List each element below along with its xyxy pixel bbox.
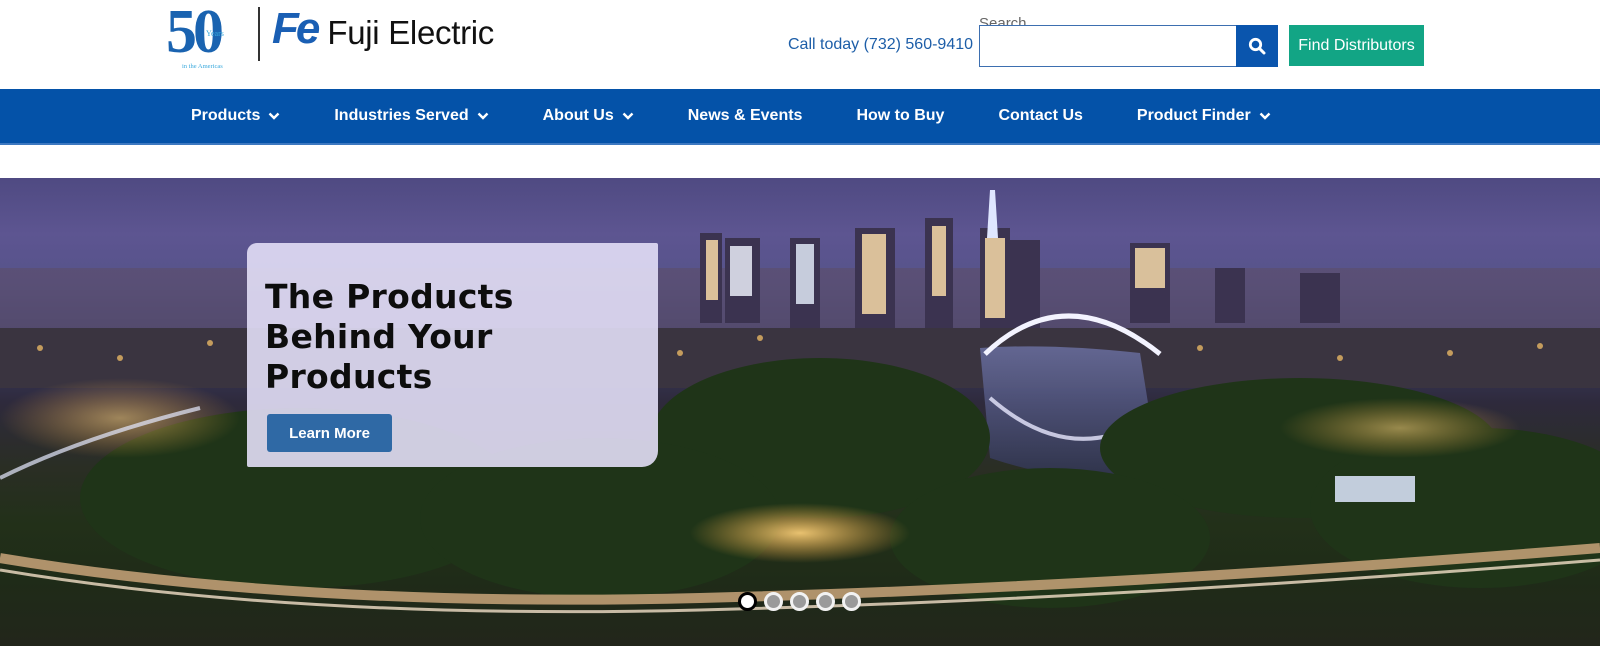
search-input[interactable] [979, 25, 1237, 67]
hero-title-line2: Behind Your Products [265, 317, 493, 396]
slider-pagination [738, 592, 861, 611]
nav-item-label: Contact Us [998, 107, 1083, 124]
slide-dot-4[interactable] [816, 592, 835, 611]
nav-item-label: How to Buy [856, 107, 945, 124]
anniversary-region: in the Americas [182, 63, 223, 70]
hero-title-line1: The Products [265, 277, 514, 316]
brand-name: Fuji Electric [327, 14, 494, 51]
chevron-down-icon [477, 112, 488, 120]
search-icon [1248, 37, 1266, 55]
nav-item-industries-served[interactable]: Industries Served [307, 89, 515, 143]
slide-dot-5[interactable] [842, 592, 861, 611]
hero-card: The Products Behind Your Products Learn … [247, 243, 658, 467]
chevron-down-icon [268, 112, 280, 120]
nav-item-label: Industries Served [334, 107, 469, 124]
nav-item-label: Products [191, 107, 261, 124]
nav-item-news-events[interactable]: News & Events [661, 89, 830, 143]
logo-divider [258, 7, 260, 61]
learn-more-button[interactable]: Learn More [267, 414, 392, 452]
nav-item-label: About Us [542, 107, 614, 124]
nav-item-how-to-buy[interactable]: How to Buy [829, 89, 971, 143]
chevron-down-icon [1259, 112, 1271, 120]
hero-slider: The Products Behind Your Products Learn … [0, 178, 1600, 646]
nav-item-contact-us[interactable]: Contact Us [971, 89, 1109, 143]
nav-item-products[interactable]: Products [164, 89, 307, 143]
search-button[interactable] [1236, 25, 1278, 67]
site-header: 50 Years in the Americas Fe Fuji Electri… [0, 0, 1600, 89]
logo-link[interactable]: 50 Years in the Americas Fe Fuji Electri… [166, 1, 494, 73]
anniversary-years: Years [206, 29, 224, 38]
nav-item-product-finder[interactable]: Product Finder [1110, 89, 1298, 143]
hero-title: The Products Behind Your Products [265, 277, 658, 397]
brand-mark-logo: Fe [272, 4, 320, 53]
slide-dot-1[interactable] [738, 592, 757, 611]
anniversary-logo: 50 Years in the Americas [166, 1, 248, 73]
slide-dot-3[interactable] [790, 592, 809, 611]
slide-dot-2[interactable] [764, 592, 783, 611]
nav-item-about-us[interactable]: About Us [516, 89, 661, 143]
nav-item-label: News & Events [687, 107, 803, 124]
nav-item-label: Product Finder [1136, 107, 1251, 124]
hero-background-image [0, 190, 1600, 614]
find-distributors-button[interactable]: Find Distributors [1289, 25, 1424, 66]
call-today-link[interactable]: Call today (732) 560-9410 [788, 36, 973, 54]
chevron-down-icon [622, 112, 634, 120]
main-nav: Products Industries Served About Us News… [0, 89, 1600, 145]
